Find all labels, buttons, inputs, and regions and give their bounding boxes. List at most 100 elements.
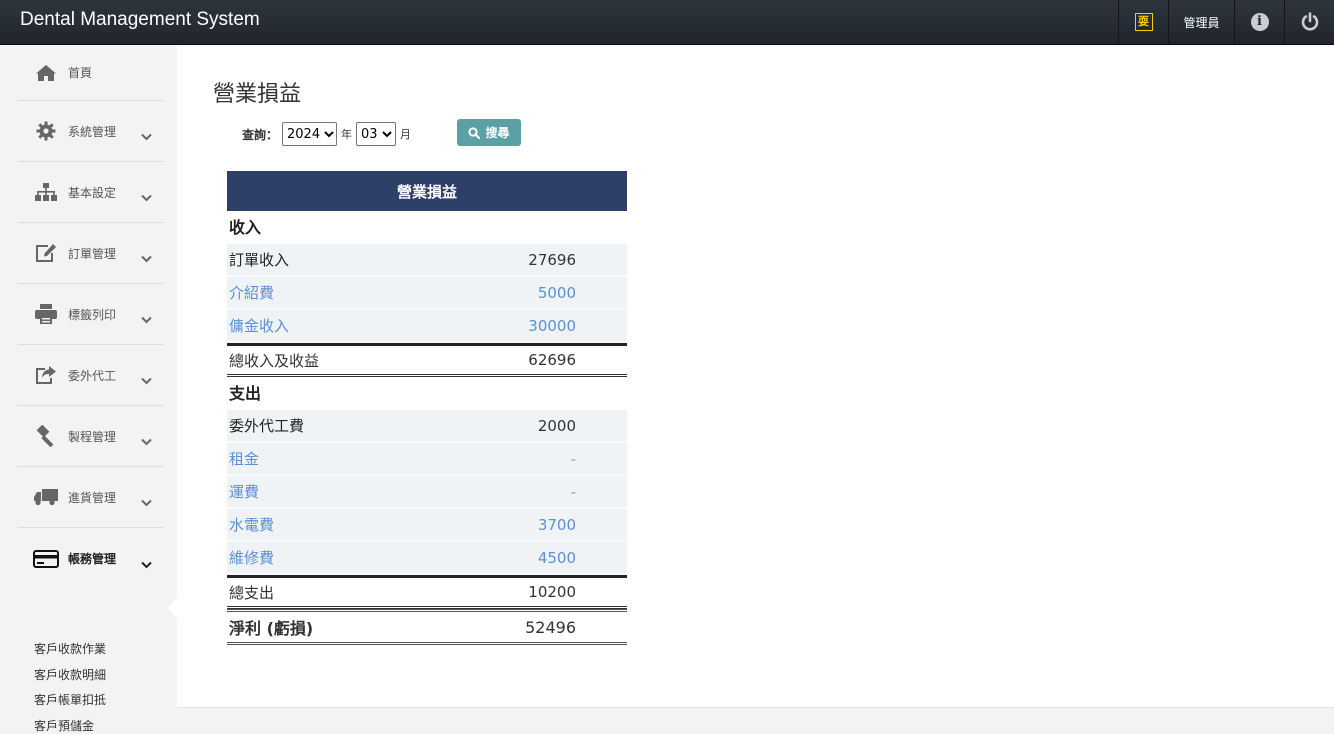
submenu-item[interactable]: 客戶帳單扣抵: [34, 691, 106, 717]
row-value: -: [570, 482, 576, 501]
chevron-down-icon: [381, 127, 392, 142]
row-label[interactable]: 運費: [229, 481, 259, 502]
search-button[interactable]: 搜尋: [457, 119, 521, 146]
table-row[interactable]: 運費 -: [227, 476, 627, 509]
table-row[interactable]: 租金 -: [227, 443, 627, 476]
row-value[interactable]: 4500: [538, 549, 576, 567]
gear-icon: [32, 120, 60, 142]
submenu-item[interactable]: 客戶收款作業: [34, 640, 106, 666]
chevron-down-icon: [141, 309, 152, 328]
sidebar-item-label-print[interactable]: 標籤列印: [18, 284, 164, 345]
table-row[interactable]: 傭金收入 30000: [227, 310, 627, 343]
sidebar-item-accounting[interactable]: 帳務管理: [18, 528, 164, 589]
search-label: 搜尋: [485, 126, 510, 140]
row-label[interactable]: 水電費: [229, 514, 274, 535]
accounting-submenu: 客戶收款作業 客戶收款明細 客戶帳單扣抵 客戶預儲金: [34, 640, 106, 734]
month-select[interactable]: 03: [356, 122, 397, 146]
expense-total-row: 總支出 10200: [227, 575, 627, 609]
row-value: 2000: [537, 416, 576, 435]
row-value: 27696: [528, 250, 576, 269]
info-button[interactable]: i: [1234, 0, 1284, 44]
row-value[interactable]: 30000: [528, 317, 576, 335]
page-title: 營業損益: [213, 82, 302, 107]
profit-loss-table: 營業損益 收入 訂單收入 27696 介紹費 5000 傭金收入 30000 總…: [227, 171, 627, 645]
sidebar-item-purchasing[interactable]: 進貨管理: [18, 467, 164, 528]
sidebar-item-process[interactable]: 製程管理: [18, 406, 164, 467]
row-label[interactable]: 維修費: [229, 547, 274, 568]
row-value[interactable]: 3700: [538, 516, 576, 534]
user-menu[interactable]: 管理員: [1168, 0, 1234, 44]
sidebar-item-basic-settings[interactable]: 基本設定: [18, 162, 164, 223]
home-icon: [32, 62, 60, 84]
truck-icon: [32, 486, 60, 508]
top-nav-right: 耍 管理員 i: [1118, 0, 1334, 44]
credit-card-icon: [32, 548, 60, 570]
sidebar-item-label: 基本設定: [68, 185, 117, 200]
row-label: 淨利 (虧損): [229, 619, 314, 638]
table-row: 委外代工費 2000: [227, 410, 627, 443]
chevron-down-icon: [141, 248, 152, 267]
table-header: 營業損益: [227, 171, 627, 211]
power-icon: [1300, 12, 1320, 32]
sidebar-item-label: 製程管理: [68, 429, 117, 444]
row-label[interactable]: 傭金收入: [229, 315, 289, 336]
chevron-down-icon: [141, 126, 152, 145]
month-unit: 月: [400, 128, 412, 141]
chevron-down-icon: [141, 554, 152, 573]
sidebar-item-orders[interactable]: 訂單管理: [18, 223, 164, 284]
expense-section-title: 支出: [229, 384, 262, 403]
sidebar-item-label: 訂單管理: [68, 246, 117, 261]
table-row[interactable]: 維修費 4500: [227, 542, 627, 575]
sidebar-item-label: 委外代工: [68, 368, 117, 383]
row-value: -: [570, 449, 576, 468]
sidebar-item-label: 進貨管理: [68, 490, 117, 505]
main-content: 營業損益 查詢： 2024 年 03 月 搜尋 營業損益 收入 訂單收入 276…: [177, 45, 1334, 708]
table-row[interactable]: 介紹費 5000: [227, 277, 627, 310]
sidebar-item-home[interactable]: 首頁: [18, 45, 164, 101]
sidebar-item-label: 系統管理: [68, 124, 117, 139]
row-value[interactable]: 5000: [538, 284, 576, 302]
net-profit-row: 淨利 (虧損) 52496: [227, 609, 627, 645]
active-menu-indicator: [168, 597, 178, 619]
row-label: 總支出: [229, 583, 275, 602]
logout-button[interactable]: [1284, 0, 1334, 44]
year-select[interactable]: 2024: [282, 122, 338, 146]
sitemap-icon: [32, 181, 60, 203]
table-row[interactable]: 水電費 3700: [227, 509, 627, 542]
row-label: 總收入及收益: [229, 351, 320, 370]
row-value: 52496: [525, 617, 576, 637]
chevron-down-icon: [141, 492, 152, 511]
printer-icon: [32, 303, 60, 325]
chevron-down-icon: [141, 370, 152, 389]
row-value: 10200: [528, 583, 576, 601]
submenu-item[interactable]: 客戶收款明細: [34, 666, 106, 692]
chevron-down-icon: [141, 431, 152, 450]
app-title[interactable]: Dental Management System: [20, 0, 260, 44]
row-label[interactable]: 介紹費: [229, 282, 274, 303]
year-unit: 年: [341, 128, 353, 141]
row-label: 委外代工費: [229, 417, 305, 435]
sidebar-item-outsourcing[interactable]: 委外代工: [18, 345, 164, 406]
edit-icon: [32, 242, 60, 264]
month-value: 03: [361, 126, 378, 142]
chevron-down-icon: [324, 127, 334, 142]
submenu-item[interactable]: 客戶預儲金: [34, 717, 106, 734]
chevron-down-icon: [141, 187, 152, 206]
info-icon: i: [1250, 13, 1269, 31]
gavel-icon: [32, 425, 60, 447]
row-value: 62696: [528, 351, 576, 369]
sidebar-item-system[interactable]: 系統管理: [18, 101, 164, 162]
row-label: 訂單收入: [229, 251, 290, 269]
table-row: 訂單收入 27696: [227, 244, 627, 277]
ticket-button[interactable]: 耍: [1118, 0, 1168, 44]
ticket-icon: 耍: [1134, 13, 1153, 31]
sidebar-item-label: 帳務管理: [68, 552, 117, 566]
sidebar-item-label: 標籤列印: [68, 307, 117, 322]
share-icon: [32, 364, 60, 386]
income-total-row: 總收入及收益 62696: [227, 343, 627, 377]
sidebar-menu: 首頁 系統管理 基本設定 訂單管理 標籤列印 委外代工 製程管理 進貨管理 帳務…: [18, 45, 164, 589]
sidebar-item-label: 首頁: [68, 66, 93, 80]
query-form: 查詢： 2024 年 03 月: [242, 121, 415, 147]
row-label[interactable]: 租金: [229, 448, 259, 469]
search-icon: [468, 126, 481, 139]
